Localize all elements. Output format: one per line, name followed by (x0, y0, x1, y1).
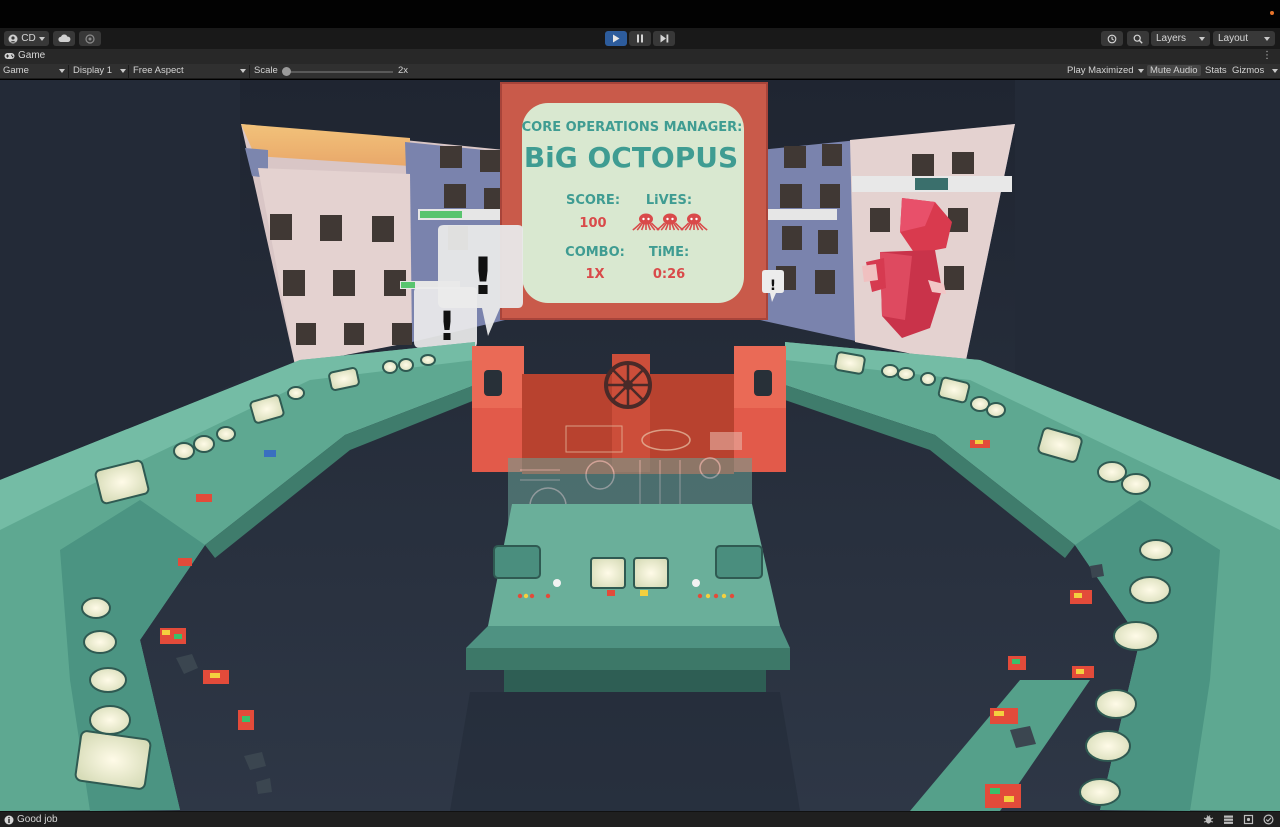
play-maximized-caret-icon (1137, 68, 1144, 73)
layers-label: Layers (1156, 33, 1187, 44)
gizmos-toggle[interactable]: Gizmos (1232, 65, 1279, 76)
lives-label: LiVES: (646, 193, 692, 208)
play-maximized-toggle[interactable]: Play Maximized (1067, 65, 1144, 76)
title-strip (0, 0, 1280, 28)
display-caret-icon (120, 68, 126, 73)
account-button[interactable]: CD (4, 31, 49, 46)
step-button[interactable] (653, 31, 675, 46)
central-machine (472, 346, 786, 474)
lock-icon[interactable] (1243, 814, 1254, 825)
aspect-select[interactable]: Free Aspect (133, 65, 246, 76)
time-label: TiME: (649, 245, 689, 260)
central-desk (466, 504, 790, 692)
display-select[interactable]: Display 1 (73, 65, 126, 76)
pause-icon (637, 34, 643, 43)
account-label: CD (21, 33, 36, 44)
tab-menu-icon[interactable]: ⋮ (1262, 50, 1272, 61)
view-select-label: Game (3, 65, 29, 76)
mute-audio-toggle[interactable]: Mute Audio (1147, 65, 1201, 76)
gizmos-label: Gizmos (1232, 65, 1265, 76)
play-button[interactable] (605, 31, 627, 46)
gizmos-caret-icon (1272, 68, 1279, 73)
pause-button[interactable] (629, 31, 651, 46)
account-caret-icon (38, 36, 45, 41)
status-bar: Good job (0, 811, 1280, 827)
search-icon (1133, 34, 1143, 44)
collab-button[interactable] (79, 31, 101, 46)
info-icon (4, 815, 14, 824)
cloud-button[interactable] (53, 31, 75, 46)
gamepad-icon (4, 52, 15, 59)
layers-caret-icon (1199, 36, 1205, 41)
play-icon (613, 34, 620, 43)
tab-bar: Game ⋮ (0, 49, 1280, 64)
scale-slider-track[interactable] (285, 71, 393, 73)
account-icon (8, 34, 18, 43)
collab-icon (85, 33, 95, 44)
manager-name: BiG OCTOPUS (524, 141, 738, 174)
bug-icon[interactable] (1203, 814, 1214, 825)
game-view-bar: Game Display 1 Free Aspect Scale 2x Play… (0, 64, 1280, 79)
notification-dot (1270, 11, 1274, 15)
scale-slider-handle[interactable] (282, 67, 291, 76)
tab-game-label: Game (18, 50, 46, 61)
console-status[interactable]: Good job (4, 814, 58, 825)
stats-toggle[interactable]: Stats (1205, 65, 1227, 76)
aspect-caret-icon (240, 68, 246, 73)
alert-mark: ! (770, 278, 776, 294)
stack-icon[interactable] (1223, 814, 1234, 825)
main-toolbar: CD Layers Layout (0, 28, 1280, 49)
view-caret-icon (59, 68, 65, 73)
scale-label: Scale (254, 65, 278, 76)
game-viewport[interactable]: CORE OPERATIONS MANAGER: BiG OCTOPUS SCO… (0, 80, 1280, 811)
display-select-label: Display 1 (73, 65, 113, 76)
play-maximized-label: Play Maximized (1067, 65, 1134, 76)
status-message: Good job (17, 814, 58, 825)
search-button[interactable] (1127, 31, 1149, 46)
score-label: SCORE: (566, 193, 620, 208)
health-bar-enemy (852, 176, 1012, 192)
desk-shadow (450, 692, 800, 811)
layout-dropdown[interactable]: Layout (1213, 31, 1275, 46)
score-monitor: CORE OPERATIONS MANAGER: BiG OCTOPUS SCO… (500, 82, 768, 320)
layers-dropdown[interactable]: Layers (1151, 31, 1210, 46)
divider (128, 65, 129, 78)
history-icon (1107, 34, 1117, 43)
step-icon (660, 34, 668, 43)
alert-mark: ! (438, 304, 456, 350)
status-icons (1203, 814, 1274, 825)
tab-game[interactable]: Game (4, 50, 45, 61)
history-button[interactable] (1101, 31, 1123, 46)
layout-label: Layout (1218, 33, 1249, 44)
divider (249, 65, 250, 78)
game-scene[interactable]: CORE OPERATIONS MANAGER: BiG OCTOPUS SCO… (0, 80, 1280, 811)
scale-value: 2x (398, 65, 409, 76)
combo-label: COMBO: (565, 245, 625, 260)
divider (68, 65, 69, 78)
time-value: 0:26 (653, 267, 685, 282)
combo-value: 1X (585, 267, 604, 282)
aspect-select-label: Free Aspect (133, 65, 184, 76)
view-select[interactable]: Game (3, 65, 65, 76)
layout-caret-icon (1264, 36, 1270, 41)
score-value: 100 (579, 216, 606, 231)
manager-title: CORE OPERATIONS MANAGER: (522, 120, 743, 135)
check-icon[interactable] (1263, 814, 1274, 825)
cloud-icon (57, 34, 70, 42)
